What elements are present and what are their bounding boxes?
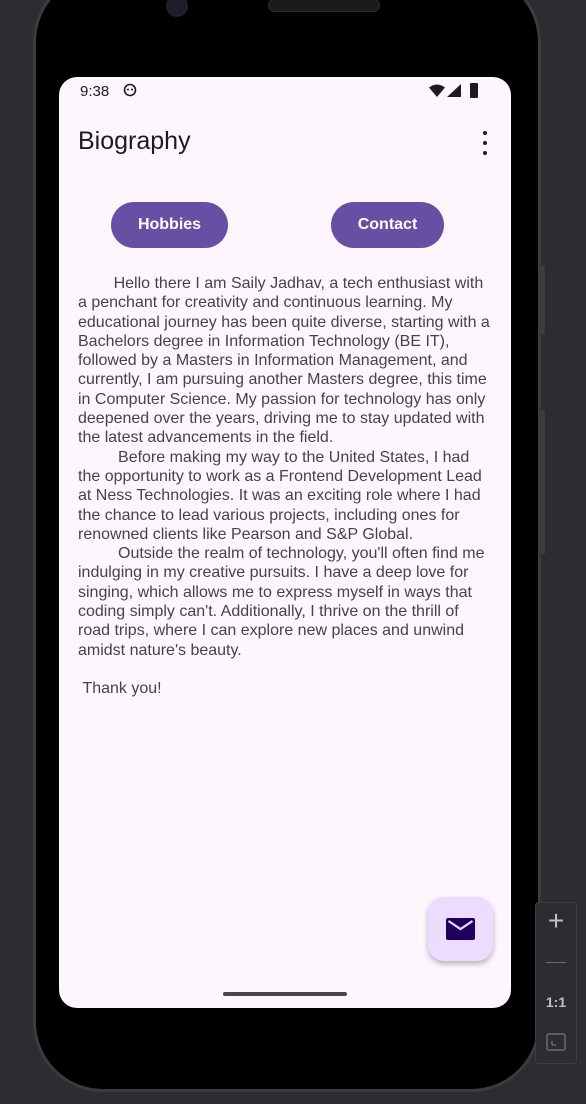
wifi-icon bbox=[429, 84, 445, 97]
fit-screen-icon bbox=[546, 1033, 566, 1051]
settings-icon bbox=[123, 83, 137, 97]
power-button[interactable] bbox=[541, 265, 545, 335]
signal-icon bbox=[447, 84, 461, 97]
more-vert-icon[interactable] bbox=[477, 131, 493, 155]
hobbies-button[interactable]: Hobbies bbox=[111, 202, 228, 248]
status-time: 9:38 bbox=[80, 83, 110, 100]
emulator-zoom-panel: + 1:1 bbox=[535, 902, 577, 1064]
volume-button[interactable] bbox=[541, 410, 545, 555]
status-bar: 9:38 bbox=[59, 77, 511, 107]
fit-screen-button[interactable] bbox=[536, 1033, 576, 1056]
zoom-reset-button[interactable]: 1:1 bbox=[536, 994, 576, 1010]
zoom-in-button[interactable]: + bbox=[536, 905, 576, 937]
speaker-grille bbox=[268, 0, 380, 12]
camera-icon bbox=[166, 0, 188, 17]
contact-button[interactable]: Contact bbox=[331, 202, 444, 248]
app-screen: 9:38 Biography Hobbies Contact Hello the… bbox=[59, 77, 511, 1008]
home-indicator[interactable] bbox=[223, 992, 347, 996]
email-fab[interactable] bbox=[428, 897, 493, 961]
page-title: Biography bbox=[78, 127, 191, 155]
zoom-out-button[interactable] bbox=[536, 962, 576, 964]
battery-icon bbox=[470, 83, 478, 98]
biography-text: Hello there I am Saily Jadhav, a tech en… bbox=[78, 275, 490, 698]
mail-icon bbox=[446, 918, 475, 940]
